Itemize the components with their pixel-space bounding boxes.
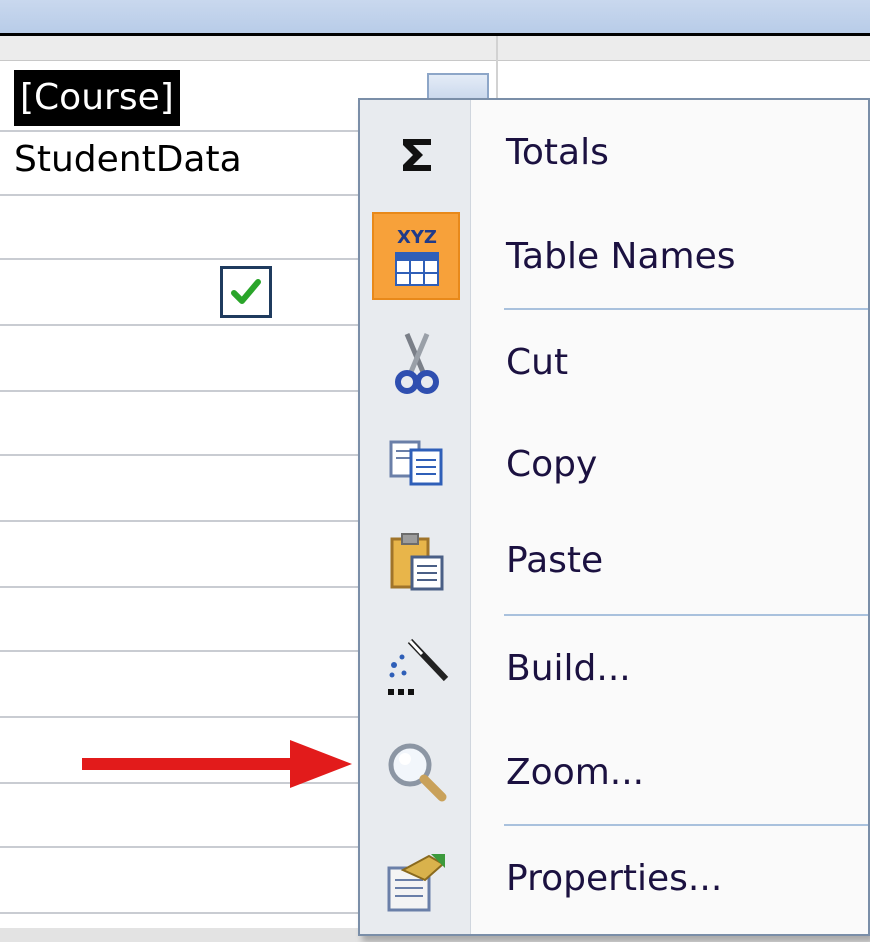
menu-item-label: Zoom...	[506, 752, 645, 793]
menu-item-label: Cut	[506, 342, 569, 383]
show-checkbox[interactable]	[220, 266, 272, 318]
checkmark-icon	[231, 279, 261, 304]
menu-item-label: Totals	[506, 132, 609, 173]
table-cell[interactable]: StudentData	[14, 134, 242, 186]
magic-wand-icon	[374, 632, 460, 704]
svg-text:XYZ: XYZ	[397, 227, 437, 248]
menu-separator	[504, 308, 868, 310]
scissors-icon	[374, 328, 460, 398]
menu-item-copy[interactable]: Copy	[360, 412, 870, 516]
menu-item-cut[interactable]: Cut	[360, 312, 870, 412]
menu-item-paste[interactable]: Paste	[360, 516, 870, 612]
properties-icon	[374, 844, 460, 920]
red-arrow-annotation	[82, 740, 352, 788]
menu-item-table-names[interactable]: XYZ Table Names	[360, 210, 870, 306]
menu-separator	[504, 614, 868, 616]
menu-item-label: Build...	[506, 648, 631, 689]
table-names-icon: XYZ	[374, 218, 460, 296]
paste-icon	[374, 526, 460, 598]
window-top-bar	[0, 0, 870, 36]
magnifier-icon	[374, 736, 460, 808]
menu-separator	[504, 824, 868, 826]
grid-column-header-next[interactable]	[498, 36, 870, 61]
menu-item-properties[interactable]: Properties...	[360, 828, 870, 934]
grid-column-header[interactable]	[0, 36, 496, 61]
menu-item-label: Properties...	[506, 858, 723, 899]
copy-icon	[374, 430, 460, 496]
field-cell[interactable]: [Course]	[14, 70, 180, 126]
menu-item-zoom[interactable]: Zoom...	[360, 722, 870, 822]
menu-item-label: Paste	[506, 540, 604, 581]
menu-item-build[interactable]: Build...	[360, 618, 870, 722]
context-menu: Totals XYZ Table Names Cut Copy Paste Bu…	[358, 98, 870, 936]
sigma-icon	[374, 125, 460, 185]
menu-item-totals[interactable]: Totals	[360, 100, 870, 210]
menu-item-label: Copy	[506, 444, 598, 485]
menu-item-label: Table Names	[506, 236, 736, 277]
